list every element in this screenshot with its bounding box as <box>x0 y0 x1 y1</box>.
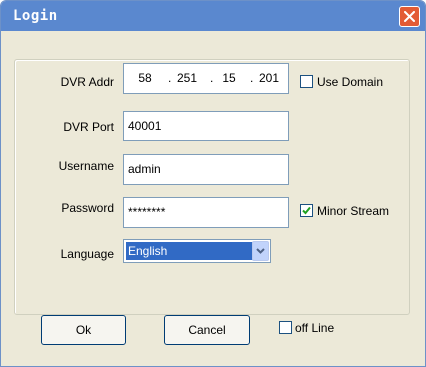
offline-label: off Line <box>295 321 335 335</box>
dialog-body: DVR Addr 58 . 251 . 15 . 201 Use Domain … <box>4 31 422 365</box>
ok-button[interactable]: Ok <box>41 315 126 345</box>
ip-octet-3[interactable]: 15 <box>218 64 240 93</box>
title-bar[interactable]: Login <box>1 1 425 31</box>
language-selected-value: English <box>126 242 266 260</box>
dvr-port-label: DVR Port <box>63 120 114 134</box>
login-dialog: Login DVR Addr 58 . 251 . 15 . 201 Use D… <box>0 0 426 367</box>
ip-separator: . <box>168 71 172 85</box>
checkmark-icon <box>302 206 311 215</box>
language-label: Language <box>60 247 114 261</box>
minor-stream-checkbox[interactable] <box>300 204 313 217</box>
password-input[interactable]: ******** <box>123 197 289 228</box>
cancel-button[interactable]: Cancel <box>164 315 250 345</box>
dvr-port-input[interactable]: 40001 <box>123 111 289 141</box>
ip-separator: . <box>250 71 254 85</box>
language-dropdown-button[interactable] <box>252 241 269 261</box>
username-input[interactable]: admin <box>123 154 289 185</box>
language-select[interactable]: English <box>123 239 271 263</box>
offline-checkbox[interactable] <box>279 321 292 334</box>
login-group-box <box>14 59 410 315</box>
minor-stream-label: Minor Stream <box>317 204 390 218</box>
chevron-down-icon <box>256 248 265 254</box>
close-icon <box>404 11 415 22</box>
dvr-addr-ip-field[interactable]: 58 . 251 . 15 . 201 <box>123 63 289 94</box>
close-button[interactable] <box>399 6 420 27</box>
ip-octet-1[interactable]: 58 <box>134 64 156 93</box>
ip-octet-4[interactable]: 201 <box>256 64 282 93</box>
window-title: Login <box>13 8 58 24</box>
ip-octet-2[interactable]: 251 <box>174 64 200 93</box>
dvr-addr-label: DVR Addr <box>60 75 114 89</box>
username-label: Username <box>58 159 114 173</box>
use-domain-checkbox[interactable] <box>300 75 313 88</box>
use-domain-label: Use Domain <box>317 75 384 89</box>
ip-separator: . <box>210 71 214 85</box>
password-label: Password <box>61 201 114 215</box>
